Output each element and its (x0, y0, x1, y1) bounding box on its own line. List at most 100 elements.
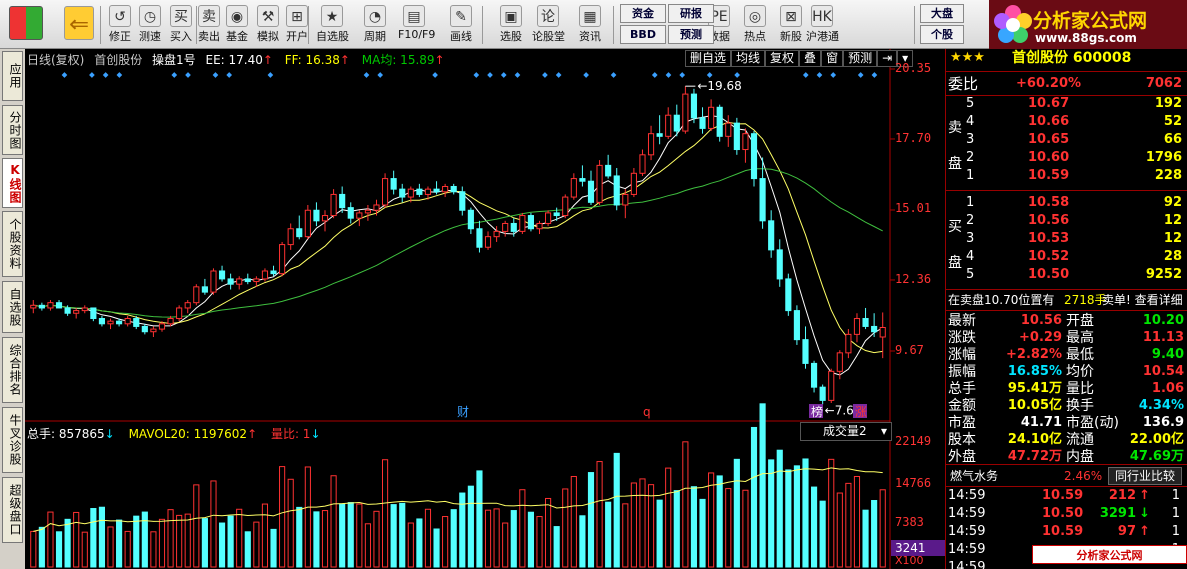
toolbar-button[interactable]: ◎ 热点 (739, 3, 771, 47)
candle (820, 385, 825, 405)
toolbar-button[interactable]: ↺ 修正 (104, 3, 136, 47)
volume-bar (194, 485, 199, 567)
left-tab[interactable]: 自选股 (2, 281, 23, 333)
sell-order-row[interactable]: 5 10.67 192 (946, 95, 1187, 113)
left-tab[interactable]: 个股资料 (2, 211, 23, 277)
chart-toolbar-button[interactable]: 窗 (821, 50, 843, 67)
candle (48, 300, 53, 311)
divider (946, 289, 1187, 290)
quote-label: 量比 (1066, 380, 1094, 398)
left-tab[interactable]: 应用 (2, 51, 23, 101)
sector-name[interactable]: 燃气水务 (950, 467, 998, 485)
site-logo: 分析家公式网 www.88gs.com (989, 0, 1187, 49)
candle (571, 173, 576, 199)
quote-row: 总手 95.41万 量比 1.06 (946, 380, 1187, 398)
event-mark[interactable]: 涨 (855, 404, 867, 419)
toolbar-button[interactable]: ▣ 选股 (495, 3, 527, 47)
candle (648, 126, 653, 160)
notice-text: 在卖盘10.70位置有 (948, 291, 1054, 309)
sell-order-row[interactable]: 4 10.66 52 (946, 113, 1187, 131)
candle (631, 168, 636, 197)
quote-value: 9.40 (1152, 346, 1184, 364)
signal-diamond (542, 72, 548, 78)
candle (580, 165, 585, 186)
left-tab[interactable]: 牛叉诊股 (2, 407, 23, 473)
toolbar-icon: ⚒ (257, 5, 279, 27)
tick-volume: 97 (1118, 523, 1136, 541)
volume-bar (520, 490, 525, 567)
chart-toolbar-button[interactable]: 删自选 (685, 50, 731, 67)
candle (382, 173, 387, 207)
toolbar-button[interactable]: ◷ 测速 (134, 3, 166, 47)
volume-bar (606, 502, 611, 567)
back-button[interactable]: ⇐ (62, 3, 96, 47)
event-mark[interactable]: 榜 (811, 404, 823, 419)
candle (288, 223, 293, 249)
toolbar-button-label: 论股堂 (532, 28, 564, 44)
watermark-banner: 分析家公式网www.88gs.com (1032, 545, 1187, 564)
left-tab[interactable]: 分时图 (2, 105, 23, 155)
toolbar-icon: ▤ (403, 5, 425, 27)
buy-order-row[interactable]: 2 10.56 12 (946, 212, 1187, 230)
toolbar-small-button[interactable]: 大盘 (920, 4, 964, 23)
chart-toolbar-button[interactable]: 叠 (799, 50, 821, 67)
toolbar-small-button[interactable]: 资金 (620, 4, 666, 23)
toolbar-button[interactable]: ▦ 资讯 (574, 3, 606, 47)
toolbar-button[interactable]: ◔ 周期 (359, 3, 391, 47)
indicator-name-label[interactable]: 操盘1号 (152, 53, 196, 67)
chart-top-buttons: 删自选 均线 复权叠窗预测 ⇥ ▾ (685, 50, 913, 67)
sell-order-row[interactable]: 3 10.65 66 (946, 131, 1187, 149)
event-mark[interactable]: q (643, 405, 651, 419)
toolbar-button[interactable]: ★ 自选股 (316, 3, 348, 47)
buy-order-row[interactable]: 4 10.52 28 (946, 248, 1187, 266)
buy-order-row[interactable]: 3 10.53 12 (946, 230, 1187, 248)
quote-value: 11.13 (1143, 329, 1184, 347)
candle (700, 107, 705, 133)
signal-diamond (432, 72, 438, 78)
toolbar-button[interactable]: 论论股堂 (532, 3, 564, 47)
toolbar-button-label: 选股 (495, 28, 527, 44)
sell-order-row[interactable]: 2 10.60 1796 (946, 149, 1187, 167)
chart-toolbar-button[interactable]: 复权 (765, 50, 799, 67)
kline-chart-area[interactable]: ←19.68 ←7.65 财 q 榜涨 日线(复权) 首创股份 操盘1号 EE: 17.… (25, 49, 945, 569)
period-label[interactable]: 日线(复权) (27, 53, 84, 67)
toolbar-button[interactable]: ✎ 画线 (445, 3, 477, 47)
candle (726, 115, 731, 147)
chart-toolbar-button[interactable]: 预测 (843, 50, 877, 67)
toolbar-button[interactable]: ⊠ 新股 (775, 3, 807, 47)
toolbar-small-button[interactable]: BBD (620, 25, 666, 44)
candle (228, 274, 233, 290)
event-mark[interactable]: 财 (457, 405, 469, 419)
signal-diamond (487, 72, 493, 78)
volume-bar (854, 476, 859, 567)
buy-order-row[interactable]: 5 10.50 9252 (946, 266, 1187, 284)
toolbar-small-button[interactable]: 研报 (668, 4, 714, 23)
toolbar-button[interactable]: ▤ F10/F9 (398, 3, 430, 47)
high-price-label: ←19.68 (697, 79, 741, 93)
toolbar-button-label: F10/F9 (398, 28, 430, 41)
toolbar-button[interactable]: HK 沪港通 (806, 3, 838, 47)
toolbar-separator (100, 6, 101, 44)
toolbar-button[interactable]: ⚒ 模拟 (252, 3, 284, 47)
quote-row: 涨幅 +2.82% 最低 9.40 (946, 346, 1187, 364)
chart-toolbar-button[interactable]: 均线 (731, 50, 765, 67)
left-tab[interactable]: K线图 (2, 158, 23, 208)
sell-order-row[interactable]: 1 10.59 228 (946, 167, 1187, 185)
signal-diamond (556, 72, 562, 78)
home-button[interactable] (6, 3, 46, 47)
chart-info-bar: 日线(复权) 首创股份 操盘1号 EE: 17.40↑ FF: 16.38↑ M… (27, 51, 451, 68)
toolbar-button[interactable]: ◉ 基金 (221, 3, 253, 47)
toolbar-small-button[interactable]: 个股 (920, 25, 964, 44)
left-tab[interactable]: 超级盘口 (2, 477, 23, 543)
left-tab[interactable]: 综合排名 (2, 337, 23, 403)
toolbar-small-button[interactable]: 预测 (668, 25, 714, 44)
volume-indicator-dropdown[interactable]: 成交量2 ▾ (800, 422, 892, 441)
volume-bar (597, 462, 602, 567)
industry-compare-button[interactable]: 同行业比较 (1108, 467, 1182, 485)
price-axis-label: 9.67 (895, 343, 924, 357)
volume-bar (485, 510, 490, 567)
candle (666, 107, 671, 139)
volume-bar (743, 490, 748, 567)
big-order-notice[interactable]: 在卖盘10.70位置有 2718手 卖单! 查看详细 (946, 291, 1187, 309)
buy-order-row[interactable]: 1 10.58 92 (946, 194, 1187, 212)
